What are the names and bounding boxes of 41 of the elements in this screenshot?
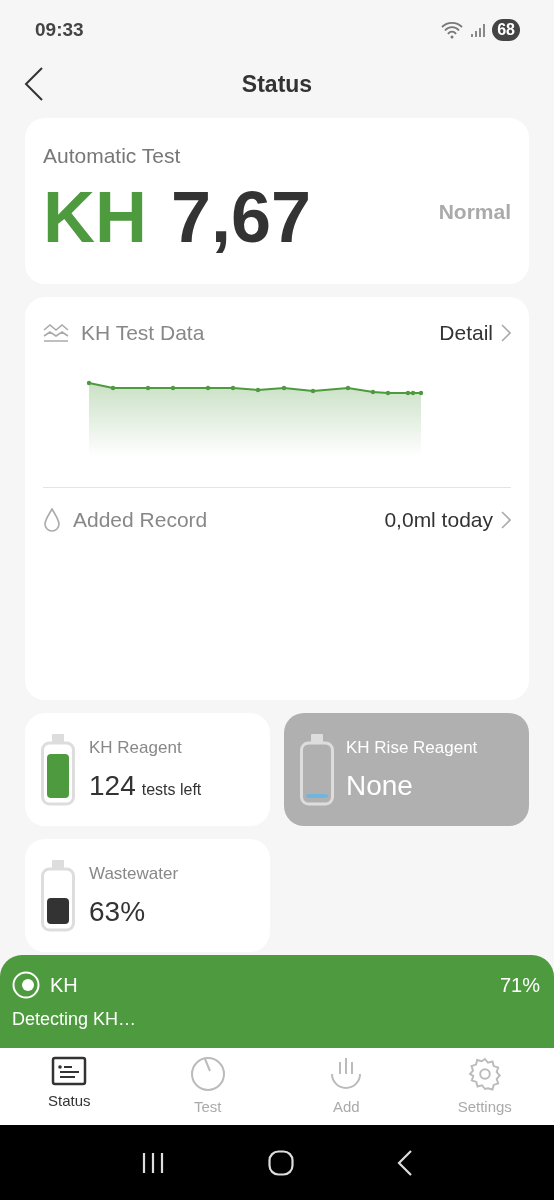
- signal-icon: [470, 22, 487, 38]
- clock: 09:33: [35, 19, 84, 41]
- bottle-icon: [41, 859, 75, 932]
- section-title: KH Test Data: [81, 321, 205, 345]
- page-title: Status: [241, 70, 313, 98]
- chevron-icon: [501, 511, 511, 529]
- detail-link[interactable]: Detail: [439, 321, 511, 345]
- tab[interactable]: Status: [0, 1048, 139, 1125]
- battery-level: 68: [492, 19, 520, 41]
- radio-icon: [12, 971, 40, 999]
- reagent-card[interactable]: Wastewater 63%: [25, 839, 270, 952]
- progress-percent: 71%: [499, 973, 540, 997]
- reagent-value: None: [346, 769, 413, 802]
- reagent-card[interactable]: KH Reagent 124 tests left: [25, 713, 270, 826]
- wifi-icon: [440, 21, 465, 39]
- record-link[interactable]: 0,0ml today: [384, 508, 511, 532]
- timer-icon: [189, 1056, 226, 1092]
- reagent-name: KH Reagent: [89, 737, 183, 758]
- bottle-icon: [41, 733, 75, 806]
- parameter-name: KH: [43, 176, 147, 258]
- reagent-value: 124: [89, 769, 136, 802]
- status-text: Normal: [438, 200, 511, 224]
- progress-message: Detecting KH…: [12, 1009, 138, 1030]
- list-icon: [51, 1056, 88, 1086]
- settings-icon: [466, 1056, 503, 1092]
- reagent-unit: tests left: [141, 780, 202, 799]
- test-name: KH: [50, 973, 78, 997]
- test-value: 7,67: [171, 176, 312, 258]
- back-icon[interactable]: [24, 67, 44, 101]
- reagent-value: 63%: [89, 895, 146, 928]
- section-title: Added Record: [73, 508, 208, 532]
- waves-icon: [43, 324, 69, 342]
- bottle-icon: [300, 733, 334, 806]
- recents-icon[interactable]: [141, 1151, 166, 1174]
- drop-icon: [43, 508, 61, 532]
- hand-icon: [329, 1056, 364, 1092]
- reagent-name: Wastewater: [89, 863, 179, 884]
- test-label: Automatic Test: [43, 144, 182, 168]
- reagent-name: KH Rise Reagent: [346, 737, 478, 758]
- chevron-icon: [501, 324, 511, 342]
- home-icon[interactable]: [268, 1149, 294, 1176]
